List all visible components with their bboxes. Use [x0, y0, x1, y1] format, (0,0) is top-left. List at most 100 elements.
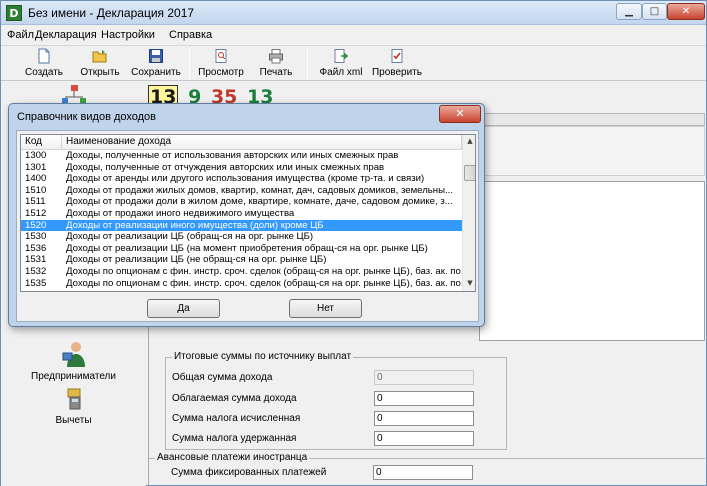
income-code: 1511 — [25, 196, 46, 208]
income-code: 1510 — [25, 184, 47, 196]
income-code: 1520 — [25, 219, 47, 231]
fixed-payments-field[interactable]: 0 — [373, 465, 473, 480]
printer-icon — [269, 49, 283, 64]
list-item[interactable]: 1510 Доходы от продажи жилых домов, кварт… — [21, 185, 462, 197]
taxable-income-field[interactable]: 0 — [374, 391, 474, 406]
income-list[interactable] — [479, 181, 705, 341]
list-item[interactable]: 1535 Доходы по опционам с фин. инстр. сро… — [21, 278, 462, 290]
list-rows: 1300 Доходы, полученные от использования … — [21, 150, 462, 289]
income-name: Доходы от продажи иного недвижимого имущ… — [66, 207, 295, 219]
no-button[interactable]: Нет — [289, 299, 362, 318]
income-code: 1532 — [25, 265, 47, 277]
dialog-close-button[interactable]: ✕ — [439, 105, 481, 123]
entrepreneur-icon — [62, 342, 85, 367]
income-code: 1530 — [25, 231, 47, 243]
sources-list[interactable] — [479, 126, 705, 176]
maximize-button[interactable]: □ — [642, 3, 667, 20]
income-name: Доходы от реализации ЦБ (обращ-ся на орг… — [66, 231, 314, 243]
open-folder-icon — [92, 50, 107, 63]
advance-group-title: Авансовые платежи иностранца — [155, 452, 310, 463]
check-button[interactable]: Проверить — [371, 48, 423, 80]
list-item[interactable]: 1400 Доходы от аренды или другого использ… — [21, 173, 462, 185]
deductions-label: Вычеты — [55, 415, 92, 426]
title-bar[interactable]: D Без имени - Декларация 2017 ▁ □ ✕ — [1, 1, 706, 25]
income-name: Доходы от продажи доли в жилом доме, ква… — [66, 196, 453, 208]
list-item[interactable]: 1300 Доходы, полученные от использования … — [21, 150, 462, 162]
income-name: Доходы по опционам с фин. инстр. сроч. с… — [66, 265, 462, 277]
toolbar-separator — [307, 49, 308, 79]
income-name: Доходы от продажи жилых домов, квартир, … — [66, 184, 453, 196]
print-button[interactable]: Печать — [254, 48, 298, 80]
scroll-thumb[interactable] — [464, 165, 475, 181]
column-header-code[interactable]: Код — [21, 135, 62, 150]
preview-button[interactable]: Просмотр — [196, 48, 246, 80]
income-code: 1400 — [25, 173, 47, 185]
tax-withheld-field[interactable]: 0 — [374, 431, 474, 446]
left-panel-entrepreneurs[interactable]: Предприниматели — [1, 339, 146, 382]
income-name: Доходы по опционам с фин. инстр. сроч. с… — [66, 277, 462, 289]
total-income-label: Общая сумма дохода — [172, 372, 273, 383]
create-label: Создать — [24, 67, 63, 78]
close-button[interactable]: ✕ — [667, 3, 705, 20]
list-item[interactable]: 1512 Доходы от продажи иного недвижимого … — [21, 208, 462, 220]
income-code: 1536 — [25, 242, 47, 254]
check-document-icon — [391, 49, 403, 63]
save-label: Сохранить — [131, 67, 181, 78]
app-icon: D — [6, 5, 22, 21]
taxable-income-label: Облагаемая сумма дохода — [172, 393, 297, 404]
income-code: 1531 — [25, 254, 47, 266]
deductions-icon — [67, 388, 80, 410]
preview-icon — [215, 49, 227, 63]
income-code: 1535 — [25, 277, 47, 289]
list-item[interactable]: 1530 Доходы от реализации ЦБ (обращ-ся на… — [21, 231, 462, 243]
preview-label: Просмотр — [198, 67, 244, 78]
income-name: Доходы от аренды или другого использован… — [66, 173, 425, 185]
list-item[interactable]: 1301 Доходы, полученные от отчуждения авт… — [21, 162, 462, 174]
menu-declaration[interactable]: Декларация — [35, 29, 97, 41]
income-types-list[interactable]: Код Наименование дохода 1300 Доходы, полу… — [20, 134, 476, 292]
income-code: 1512 — [25, 207, 47, 219]
list-scrollbar[interactable]: ▲ ▼ — [462, 135, 475, 291]
minimize-button[interactable]: ▁ — [616, 3, 642, 20]
total-income-field: 0 — [374, 370, 474, 385]
income-name: Доходы от реализации ЦБ (не обращ-ся на … — [66, 254, 327, 266]
print-label: Печать — [259, 67, 293, 78]
yes-button[interactable]: Да — [147, 299, 220, 318]
list-item[interactable]: 1511 Доходы от продажи доли в жилом доме,… — [21, 196, 462, 208]
list-item[interactable]: 1531 Доходы от реализации ЦБ (не обращ-ся… — [21, 254, 462, 266]
income-name: Доходы, полученные от использования авто… — [66, 150, 399, 161]
tax-calculated-label: Сумма налога исчисленная — [172, 413, 301, 424]
window-title: Без имени - Декларация 2017 — [28, 6, 195, 20]
xml-file-button[interactable]: Файл xml — [316, 48, 366, 80]
income-name: Доходы от реализации ЦБ (на момент приоб… — [66, 242, 428, 254]
export-xml-icon — [334, 49, 349, 63]
save-button[interactable]: Сохранить — [129, 48, 183, 80]
check-label: Проверить — [371, 67, 422, 78]
income-code: 1301 — [25, 161, 47, 173]
create-button[interactable]: Создать — [22, 48, 66, 80]
scroll-down-arrow-icon[interactable]: ▼ — [464, 277, 475, 290]
open-button[interactable]: Открыть — [78, 48, 122, 80]
tax-calculated-field[interactable]: 0 — [374, 411, 474, 426]
menu-file[interactable]: Файл — [7, 29, 34, 41]
tax-withheld-label: Сумма налога удержанная — [172, 433, 297, 444]
dialog-body: Код Наименование дохода 1300 Доходы, полу… — [16, 130, 479, 322]
list-item[interactable]: 1532 Доходы по опционам с фин. инстр. сро… — [21, 266, 462, 278]
totals-group-title: Итоговые суммы по источнику выплат — [172, 351, 354, 362]
income-name: Доходы от реализации иного имущества (до… — [66, 219, 324, 231]
list-item[interactable]: 1536 Доходы от реализации ЦБ (на момент п… — [21, 243, 462, 255]
income-code: 1300 — [25, 150, 47, 161]
menu-settings[interactable]: Настройки — [101, 29, 155, 41]
left-panel-deductions[interactable]: Вычеты — [1, 383, 146, 426]
toolbar: Создать Открыть Сохранить Просмотр Печат… — [1, 45, 706, 81]
column-header-name[interactable]: Наименование дохода — [62, 135, 462, 150]
list-item[interactable]: 1520 Доходы от реализации иного имущества… — [21, 219, 462, 232]
entrepreneurs-label: Предприниматели — [31, 371, 116, 382]
open-label: Открыть — [80, 67, 120, 78]
menu-help[interactable]: Справка — [169, 29, 212, 41]
totals-group: Итоговые суммы по источнику выплат Общая… — [165, 351, 507, 450]
menu-bar: Файл Декларация Настройки Справка — [1, 26, 706, 44]
scroll-up-arrow-icon[interactable]: ▲ — [464, 135, 475, 148]
floppy-disk-icon — [149, 49, 163, 63]
sources-header — [479, 113, 705, 126]
